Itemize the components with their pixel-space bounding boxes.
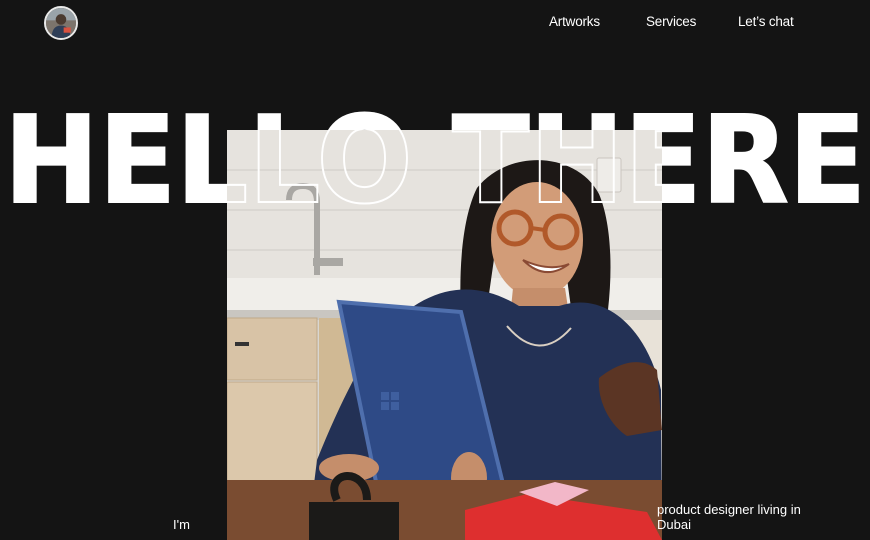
nav-artworks[interactable]: Artworks [549,14,600,30]
nav-services[interactable]: Services [646,14,696,30]
nav-lets-chat[interactable]: Let’s chat [738,14,794,30]
intro-role-text: product designer living in Dubai [657,502,801,532]
hero-photo-illustration [227,130,662,540]
hero-photo [227,130,662,540]
main-nav: Artworks Services Let’s chat [0,14,870,32]
intro-lead-text: I'm [173,517,190,532]
